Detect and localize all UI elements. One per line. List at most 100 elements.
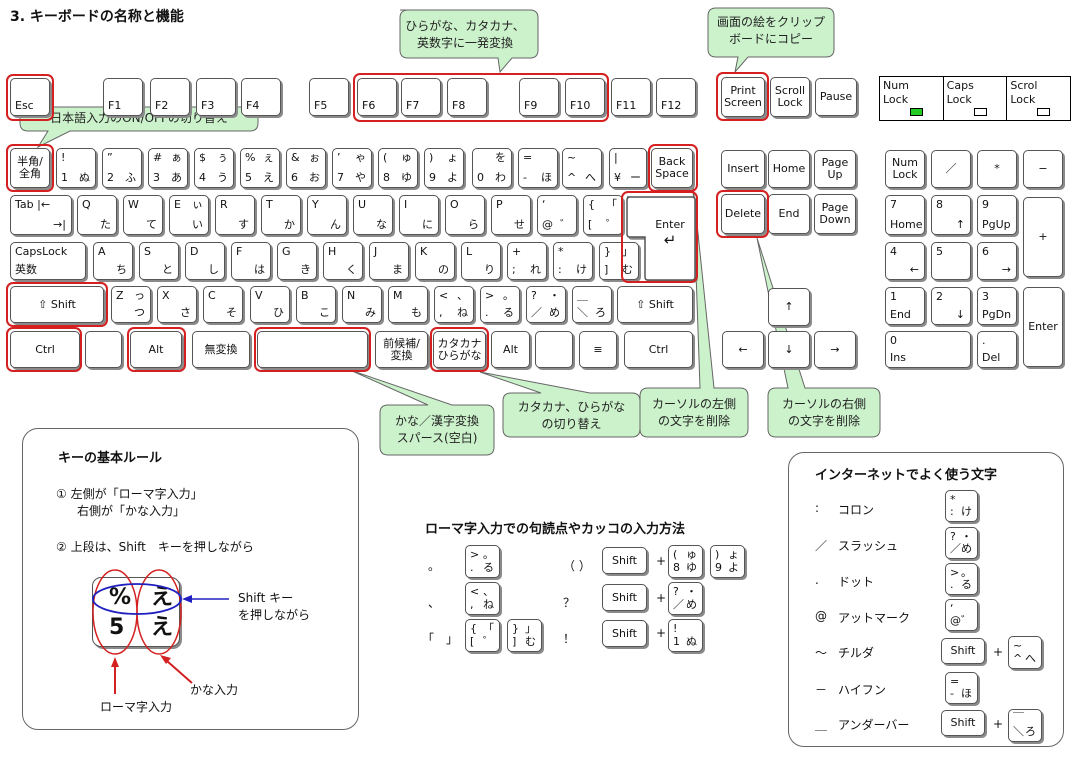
key[interactable]: ／ <box>931 150 971 188</box>
mini-key[interactable]: ? ・／め <box>668 582 703 615</box>
mini-key[interactable]: *: け <box>945 490 978 522</box>
key[interactable]: = - ほ <box>518 148 558 188</box>
key[interactable]: ↑ <box>768 288 810 326</box>
key[interactable]: Oら <box>445 195 485 235</box>
key[interactable]: Insert <box>721 150 765 188</box>
key[interactable]: F12 <box>656 78 696 116</box>
mini-key[interactable]: Shift <box>941 638 985 664</box>
key[interactable]: 0 Ins <box>885 331 971 368</box>
mini-key[interactable]: >。. る <box>945 563 978 595</box>
key[interactable]: Ctrl <box>624 331 693 368</box>
key[interactable]: Xさ <box>157 286 197 323</box>
key[interactable]: Eぃい <box>169 195 209 235</box>
mini-key[interactable]: <、, ね <box>465 582 500 615</box>
key[interactable] <box>535 331 573 368</box>
key[interactable]: Gき <box>277 242 317 280</box>
key[interactable]: < 、, ね <box>434 286 474 323</box>
mini-key[interactable]: >。. る <box>465 545 500 578</box>
mini-key[interactable]: ! 1 ぬ <box>668 619 703 652</box>
key[interactable]: 無変換 <box>192 331 250 368</box>
key[interactable]: Fは <box>231 242 271 280</box>
key[interactable]: Rす <box>215 195 255 235</box>
key[interactable]: Nみ <box>342 286 382 323</box>
key[interactable]: Vひ <box>250 286 290 323</box>
key[interactable]: ‘ @ ゛ <box>537 195 577 235</box>
key[interactable]: Lり <box>461 242 501 280</box>
key[interactable]: Scroll Lock <box>770 77 810 117</box>
mini-key[interactable]: ) ょ 9 よ <box>710 545 745 578</box>
key[interactable]: + <box>1023 197 1063 277</box>
key[interactable]: − <box>1023 150 1063 188</box>
key[interactable]: 前候補/変換 <box>375 331 428 368</box>
key[interactable]: Cそ <box>203 286 243 323</box>
key[interactable]: 3 PgDn <box>977 287 1017 325</box>
key[interactable]: * <box>977 150 1017 188</box>
key[interactable]: を0わ <box>472 148 512 188</box>
mini-key[interactable]: = - ほ <box>945 672 978 704</box>
key[interactable]: End <box>768 194 810 234</box>
key[interactable]: Yん <box>307 195 347 235</box>
key[interactable]: ” 2 ふ <box>102 148 142 188</box>
mini-key[interactable]: {「 [゜ <box>465 619 500 652</box>
key[interactable]: F3 <box>196 78 236 116</box>
mini-key[interactable]: } 」] む <box>507 619 542 652</box>
key[interactable]: 4 ← <box>885 242 925 280</box>
key[interactable]: F1 <box>103 78 143 116</box>
key[interactable]: ← <box>722 331 764 368</box>
key[interactable]: ⇧ Shift <box>617 286 693 323</box>
key[interactable]: . Del <box>977 331 1017 368</box>
key[interactable]: ~ ^ へ <box>562 148 602 188</box>
key[interactable]: Iに <box>399 195 439 235</box>
key[interactable] <box>85 331 122 368</box>
key[interactable]: Kの <box>415 242 455 280</box>
key[interactable]: Aち <box>93 242 133 280</box>
key[interactable]: 7 Home <box>885 195 925 235</box>
key[interactable]: ≡ <box>579 331 617 368</box>
key[interactable]: Hく <box>323 242 363 280</box>
key[interactable]: → <box>814 331 856 368</box>
mini-key[interactable]: Shift <box>602 547 647 574</box>
key[interactable]: ) ょ 9 よ <box>424 148 464 188</box>
key[interactable]: F2 <box>150 78 190 116</box>
mini-key[interactable]: Shift <box>602 584 647 611</box>
key[interactable]: ＿ ＼ ろ <box>572 286 612 323</box>
key[interactable]: *: け <box>553 242 593 280</box>
key[interactable]: 1 End <box>885 287 925 325</box>
mini-key[interactable]: ￣ ＼ ろ <box>1008 709 1042 742</box>
mini-key[interactable]: ~ ^ へ <box>1008 636 1042 669</box>
key[interactable]: Pause <box>815 78 857 116</box>
key[interactable]: > 。. る <box>480 286 520 323</box>
key[interactable]: Page Up <box>814 150 856 188</box>
key[interactable]: # ぁ 3 あ <box>148 148 188 188</box>
key[interactable]: {「 [゜ <box>583 195 623 235</box>
key[interactable]: ↓ <box>768 331 810 368</box>
key[interactable]: Num Lock <box>885 150 925 188</box>
key[interactable]: Wて <box>123 195 163 235</box>
mini-key[interactable]: Shift <box>941 710 985 736</box>
key[interactable]: Zっつ <box>111 286 151 323</box>
key[interactable]: (ゅ 8 ゆ <box>378 148 418 188</box>
key[interactable]: Jま <box>369 242 409 280</box>
key[interactable]: CapsLock 英数 <box>10 242 86 280</box>
key[interactable]: 5 <box>931 242 971 280</box>
key[interactable]: ’ ゃ 7 や <box>332 148 372 188</box>
mini-key[interactable]: ? ・／め <box>945 527 978 559</box>
mini-key[interactable]: ‘@ ゛ <box>945 599 978 631</box>
key[interactable]: Enter <box>1023 287 1063 367</box>
key[interactable]: F5 <box>309 78 349 116</box>
key[interactable]: 6 → <box>977 242 1017 280</box>
key[interactable]: Mも <box>388 286 428 323</box>
key[interactable]: Qた <box>77 195 117 235</box>
key[interactable]: ? ・ ／ め <box>526 286 566 323</box>
key[interactable]: Home <box>768 150 810 188</box>
key[interactable]: Sと <box>139 242 179 280</box>
key[interactable]: Tab |← →| <box>10 195 72 235</box>
key[interactable]: Pせ <box>491 195 531 235</box>
mini-key[interactable]: (ゅ 8 ゆ <box>668 545 703 578</box>
mini-key[interactable]: Shift <box>602 620 647 647</box>
key[interactable]: ! 1 ぬ <box>56 148 96 188</box>
key[interactable]: & ぉ 6 お <box>286 148 326 188</box>
key[interactable]: $ ぅ 4 う <box>194 148 234 188</box>
key[interactable]: Alt <box>491 331 530 368</box>
key[interactable]: Dし <box>185 242 225 280</box>
